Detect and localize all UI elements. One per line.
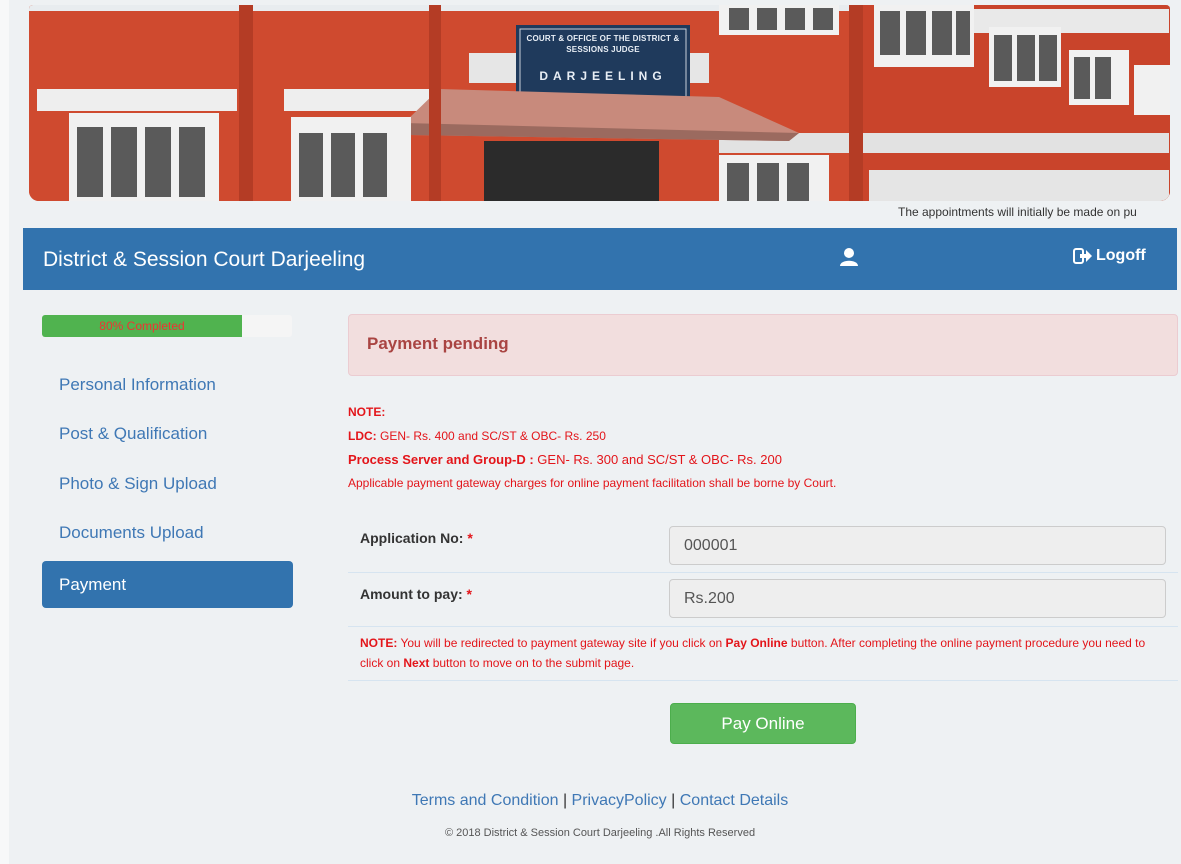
amount-field[interactable] [669, 579, 1166, 618]
application-no-row: Application No: * [348, 516, 1178, 573]
user-icon[interactable] [839, 247, 859, 267]
pay-online-button[interactable]: Pay Online [670, 703, 856, 744]
logoff-label: Logoff [1096, 247, 1146, 264]
signboard-city: DARJEELING [539, 69, 667, 83]
footer-separator: | [666, 792, 680, 809]
signboard-text: COURT & OFFICE OF THE DISTRICT & SESSION… [526, 34, 680, 54]
sidebar-item-documents-upload[interactable]: Documents Upload [42, 509, 293, 556]
sidebar-item-payment[interactable]: Payment [42, 561, 293, 608]
note-ldc-label: LDC: [348, 429, 377, 443]
note-heading: NOTE: [348, 405, 386, 419]
completion-progress: 80% Completed [42, 315, 292, 337]
sidebar-item-post-qualification[interactable]: Post & Qualification [42, 410, 293, 457]
terms-link[interactable]: Terms and Condition [412, 792, 559, 809]
logoff-link[interactable]: Logoff [1073, 247, 1146, 265]
note-process-server: Process Server and Group-D : GEN- Rs. 30… [348, 452, 782, 467]
court-building-banner: COURT & OFFICE OF THE DISTRICT & SESSION… [29, 5, 1170, 201]
note-ps-text: GEN- Rs. 300 and SC/ST & OBC- Rs. 200 [533, 452, 782, 467]
page-edge [0, 0, 9, 864]
privacy-link[interactable]: PrivacyPolicy [572, 792, 667, 809]
payment-status-alert: Payment pending [348, 314, 1178, 376]
note-ldc: LDC: GEN- Rs. 400 and SC/ST & OBC- Rs. 2… [348, 429, 606, 443]
redirect-note: NOTE: You will be redirected to payment … [360, 636, 1146, 670]
copyright-text: © 2018 District & Session Court Darjeeli… [444, 827, 756, 839]
note-ps-label: Process Server and Group-D : [348, 452, 534, 467]
footer-links: Terms and Condition | PrivacyPolicy | Co… [0, 792, 1181, 810]
top-navbar: District & Session Court Darjeeling Logo… [23, 228, 1177, 290]
footer-separator: | [558, 792, 572, 809]
application-no-label: Application No: * [360, 530, 473, 546]
amount-row: Amount to pay: * [348, 572, 1178, 627]
sign-out-icon [1073, 248, 1092, 264]
sidebar-item-personal-information[interactable]: Personal Information [42, 361, 293, 408]
progress-bar-fill: 80% Completed [42, 315, 242, 337]
sidebar-item-photo-sign-upload[interactable]: Photo & Sign Upload [42, 460, 293, 507]
required-mark: * [467, 530, 473, 546]
announcement-ticker: The appointments will initially be made … [898, 205, 1137, 219]
note-ldc-text: GEN- Rs. 400 and SC/ST & OBC- Rs. 250 [376, 429, 606, 443]
application-no-field[interactable] [669, 526, 1166, 565]
note-charges: Applicable payment gateway charges for o… [348, 476, 837, 490]
required-mark: * [466, 586, 472, 602]
amount-label: Amount to pay: * [360, 586, 472, 602]
contact-link[interactable]: Contact Details [680, 792, 789, 809]
site-brand[interactable]: District & Session Court Darjeeling [43, 248, 365, 272]
